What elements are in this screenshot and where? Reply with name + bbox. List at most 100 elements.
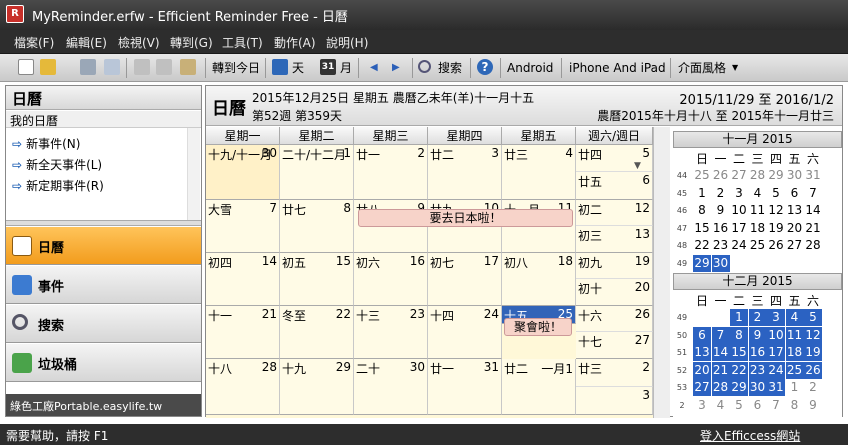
new-file-icon[interactable] bbox=[18, 59, 34, 75]
november-calendar-day[interactable]: 2 bbox=[712, 185, 730, 202]
day-cell[interactable]: 初四 14 bbox=[206, 253, 280, 306]
day-view-button[interactable]: 天 bbox=[292, 57, 304, 79]
november-calendar-day[interactable]: 27 bbox=[786, 237, 804, 254]
efficcess-link[interactable]: 登入Efficcess網站 bbox=[700, 427, 800, 444]
november-calendar-day[interactable]: 17 bbox=[730, 220, 748, 237]
nav-trash[interactable]: 垃圾桶 bbox=[6, 344, 201, 382]
day-cell[interactable]: 十八 28 bbox=[206, 359, 280, 415]
december-calendar-day[interactable]: 7 bbox=[711, 326, 730, 344]
menu-view[interactable]: 檢視(V) bbox=[118, 34, 160, 51]
december-calendar-day[interactable]: 24 bbox=[767, 361, 785, 379]
nav-search[interactable]: 搜索 bbox=[6, 305, 201, 343]
cut-icon[interactable] bbox=[134, 59, 150, 75]
december-calendar-day[interactable]: 1 bbox=[786, 379, 804, 396]
december-calendar-day[interactable]: 5 bbox=[804, 309, 822, 326]
december-calendar-day[interactable]: 30 bbox=[748, 379, 767, 396]
search-button[interactable]: 搜索 bbox=[438, 57, 462, 79]
december-calendar-day[interactable]: 29 bbox=[730, 379, 748, 396]
november-calendar-day[interactable]: 25 bbox=[693, 167, 711, 184]
december-calendar-day[interactable]: 3 bbox=[693, 397, 711, 414]
november-calendar-day[interactable]: 27 bbox=[730, 167, 748, 184]
prev-arrow-icon[interactable]: ◀ bbox=[370, 57, 378, 79]
day-cell[interactable]: 廿三 4 bbox=[502, 145, 576, 200]
november-calendar-day[interactable]: 23 bbox=[712, 237, 730, 254]
november-calendar-day[interactable]: 3 bbox=[730, 185, 748, 202]
november-calendar-day[interactable]: 26 bbox=[767, 237, 785, 254]
november-calendar-day[interactable]: 31 bbox=[804, 167, 822, 184]
quick-list-scrollbar[interactable] bbox=[187, 128, 200, 220]
december-calendar-day[interactable]: 31 bbox=[767, 379, 785, 396]
day-cell[interactable]: 大雪 7 bbox=[206, 200, 280, 253]
saturday-cell[interactable]: 初九 19 bbox=[576, 253, 653, 279]
open-folder-icon[interactable] bbox=[40, 59, 56, 75]
november-calendar-day[interactable]: 22 bbox=[693, 237, 711, 254]
december-calendar-day[interactable]: 7 bbox=[767, 397, 785, 414]
november-calendar-day[interactable]: 14 bbox=[804, 202, 822, 219]
december-calendar-day[interactable]: 18 bbox=[785, 344, 804, 361]
day-cell[interactable]: 廿七 8 bbox=[280, 200, 354, 253]
november-calendar-day[interactable]: 20 bbox=[786, 220, 804, 237]
menu-help[interactable]: 說明(H) bbox=[326, 34, 368, 51]
sunday-cell[interactable]: 3 bbox=[576, 387, 653, 415]
nav-calendar[interactable]: 日曆 bbox=[6, 227, 201, 265]
november-calendar-day[interactable]: 26 bbox=[712, 167, 730, 184]
december-calendar-day[interactable]: 16 bbox=[748, 344, 767, 361]
menu-goto[interactable]: 轉到(G) bbox=[170, 34, 213, 51]
grid-scrollbar[interactable] bbox=[653, 127, 670, 418]
november-calendar-day[interactable]: 30 bbox=[711, 254, 730, 272]
goto-today-button[interactable]: 轉到今日 bbox=[212, 57, 260, 79]
quick-new-event[interactable]: ⇨ 新事件(N) bbox=[12, 135, 80, 152]
sunday-cell[interactable]: 初十 20 bbox=[576, 279, 653, 306]
scroll-down-icon[interactable]: ▼ bbox=[634, 161, 641, 171]
december-calendar-day[interactable]: 26 bbox=[804, 361, 822, 379]
day-cell[interactable]: 初六 16 bbox=[354, 253, 428, 306]
day-cell[interactable]: 初七 17 bbox=[428, 253, 502, 306]
day-cell[interactable]: 二十/十二月 1 bbox=[280, 145, 354, 200]
december-calendar-day[interactable]: 15 bbox=[730, 344, 748, 361]
saturday-cell[interactable]: 廿四 5 bbox=[576, 145, 653, 172]
android-button[interactable]: Android bbox=[507, 57, 553, 79]
december-calendar-day[interactable]: 10 bbox=[767, 326, 785, 344]
event-party[interactable]: 聚會啦！ bbox=[504, 318, 572, 336]
day-cell[interactable]: 初八 18 bbox=[502, 253, 576, 306]
sunday-cell[interactable]: 初三 13 bbox=[576, 226, 653, 253]
december-calendar-day[interactable]: 25 bbox=[785, 361, 804, 379]
november-calendar-day[interactable]: 19 bbox=[767, 220, 785, 237]
month-view-button[interactable]: 月 bbox=[340, 57, 352, 79]
november-calendar-day[interactable]: 13 bbox=[786, 202, 804, 219]
december-calendar-day[interactable]: 6 bbox=[693, 326, 711, 344]
november-calendar-day[interactable]: 8 bbox=[693, 202, 711, 219]
november-calendar-day[interactable]: 29 bbox=[693, 254, 711, 272]
december-calendar-day[interactable]: 21 bbox=[711, 361, 730, 379]
december-calendar-day[interactable]: 4 bbox=[712, 397, 730, 414]
menu-file[interactable]: 檔案(F) bbox=[14, 34, 54, 51]
december-calendar-day[interactable]: 27 bbox=[693, 379, 711, 396]
copy-icon[interactable] bbox=[156, 59, 172, 75]
quick-new-recurring-event[interactable]: ⇨ 新定期事件(R) bbox=[12, 177, 104, 194]
print-preview-icon[interactable] bbox=[104, 59, 120, 75]
day-cell[interactable]: 十一 21 bbox=[206, 306, 280, 359]
splitter-handle[interactable] bbox=[6, 220, 201, 226]
november-calendar-day[interactable]: 28 bbox=[804, 237, 822, 254]
day-cell[interactable]: 廿二 一月1 bbox=[502, 359, 576, 415]
december-calendar-day[interactable]: 2 bbox=[748, 309, 767, 326]
december-calendar-day[interactable]: 20 bbox=[693, 361, 711, 379]
day-cell[interactable]: 廿一 2 bbox=[354, 145, 428, 200]
menu-edit[interactable]: 編輯(E) bbox=[66, 34, 107, 51]
quick-new-allday-event[interactable]: ⇨ 新全天事件(L) bbox=[12, 156, 102, 173]
next-arrow-icon[interactable]: ▶ bbox=[392, 57, 400, 79]
december-calendar-day[interactable]: 9 bbox=[804, 397, 822, 414]
december-calendar-day[interactable]: 19 bbox=[804, 344, 822, 361]
sunday-cell[interactable]: 廿五 6 bbox=[576, 172, 653, 200]
help-icon[interactable]: ? bbox=[477, 59, 493, 75]
december-calendar-day[interactable]: 9 bbox=[748, 326, 767, 344]
paste-icon[interactable] bbox=[180, 59, 196, 75]
november-calendar-day[interactable]: 16 bbox=[712, 220, 730, 237]
day-cell[interactable]: 冬至 22 bbox=[280, 306, 354, 359]
november-calendar-day[interactable]: 28 bbox=[749, 167, 767, 184]
day-cell[interactable]: 十三 23 bbox=[354, 306, 428, 359]
december-calendar-day[interactable]: 23 bbox=[748, 361, 767, 379]
november-calendar-day[interactable]: 4 bbox=[749, 185, 767, 202]
print-icon[interactable] bbox=[80, 59, 96, 75]
december-calendar-day[interactable]: 12 bbox=[804, 326, 822, 344]
